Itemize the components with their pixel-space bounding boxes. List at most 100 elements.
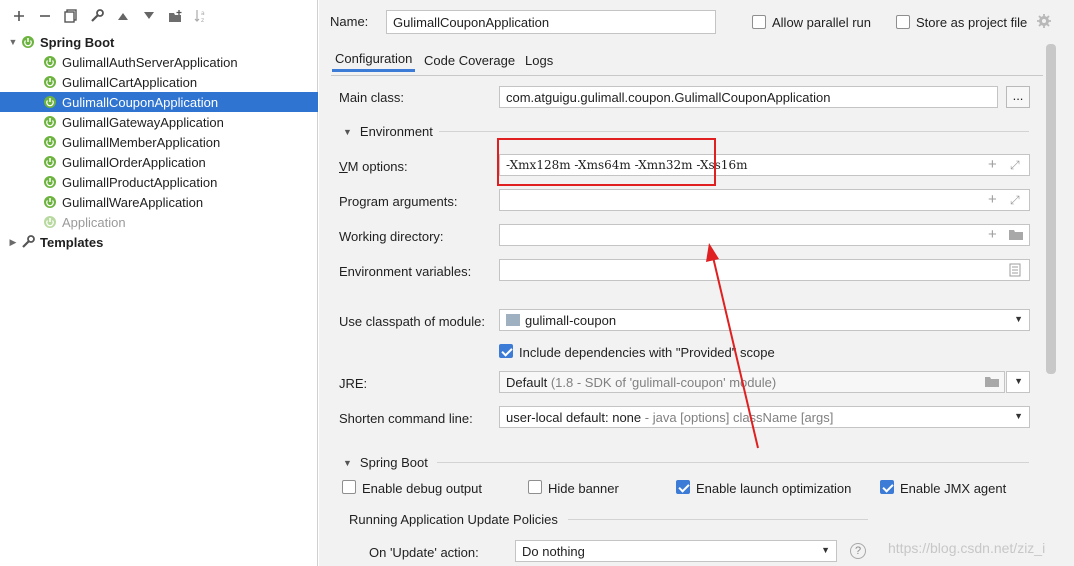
classpath-label: Use classpath of module: — [339, 314, 485, 329]
tree-toolbar: az — [0, 0, 318, 32]
tree-item-config[interactable]: Application — [0, 212, 318, 232]
sort-icon[interactable]: az — [190, 5, 212, 27]
chevron-down-icon: ▼ — [821, 545, 830, 555]
tree-item-config[interactable]: GulimallWareApplication — [0, 192, 318, 212]
launch-optimization-checkbox[interactable] — [676, 480, 690, 494]
copy-icon[interactable] — [60, 5, 82, 27]
section-divider — [439, 131, 1029, 132]
debug-output-checkbox[interactable] — [342, 480, 356, 494]
run-config-tree-panel: az ▼ Spring Boot GulimallAuthServerAppli… — [0, 0, 318, 566]
chevron-down-icon: ▼ — [1014, 376, 1023, 386]
tree-group-templates[interactable]: ▶ Templates — [0, 232, 318, 252]
wrench-icon[interactable] — [86, 5, 108, 27]
main-class-browse-button[interactable]: ... — [1006, 86, 1030, 108]
config-tree: ▼ Spring Boot GulimallAuthServerApplicat… — [0, 32, 318, 252]
section-divider — [437, 462, 1029, 463]
include-deps-checkbox[interactable] — [499, 344, 513, 358]
annotation-highlight-box — [497, 138, 716, 186]
debug-output-label: Enable debug output — [362, 481, 482, 496]
gear-icon[interactable] — [1036, 13, 1052, 32]
name-label: Name: — [330, 14, 369, 29]
tree-group-spring-boot[interactable]: ▼ Spring Boot — [0, 32, 318, 52]
expand-plus-icon[interactable]: + — [988, 157, 997, 173]
svg-text:z: z — [201, 17, 204, 23]
allow-parallel-checkbox[interactable] — [752, 15, 766, 29]
env-vars-input[interactable] — [499, 259, 1030, 281]
expand-plus-icon[interactable]: + — [988, 227, 997, 243]
expand-plus-icon[interactable]: + — [988, 192, 997, 208]
tree-item-config[interactable]: GulimallProductApplication — [0, 172, 318, 192]
collapse-arrow-icon[interactable]: ▶ — [6, 237, 20, 248]
classpath-value: gulimall-coupon — [525, 312, 617, 328]
update-policies-label: Running Application Update Policies — [349, 512, 558, 527]
hide-banner-label: Hide banner — [548, 481, 619, 496]
tree-group-label: Templates — [40, 234, 104, 250]
spring-boot-icon — [42, 214, 58, 230]
spring-boot-icon — [20, 34, 36, 50]
document-icon[interactable] — [1009, 263, 1021, 280]
move-up-icon[interactable] — [112, 5, 134, 27]
shorten-cmd-label: Shorten command line: — [339, 411, 473, 426]
help-icon[interactable]: ? — [850, 543, 866, 559]
on-update-label: On 'Update' action: — [369, 545, 479, 560]
tree-item-config[interactable]: GulimallOrderApplication — [0, 152, 318, 172]
remove-icon[interactable] — [34, 5, 56, 27]
folder-icon[interactable] — [984, 375, 1000, 392]
expand-arrow-icon[interactable]: ▼ — [6, 37, 20, 47]
collapse-arrow-icon: ▼ — [343, 457, 352, 468]
tree-item-label: GulimallCouponApplication — [62, 94, 219, 110]
env-vars-label: Environment variables: — [339, 264, 472, 279]
jre-label: JRE: — [339, 376, 368, 391]
tab-configuration[interactable]: Configuration — [332, 48, 416, 72]
program-args-input[interactable]: + ⤢ — [499, 189, 1030, 211]
move-down-icon[interactable] — [138, 5, 160, 27]
tree-item-label: GulimallProductApplication — [62, 174, 218, 190]
folder-icon[interactable] — [1008, 228, 1024, 245]
jre-input[interactable]: Default (1.8 - SDK of 'gulimall-coupon' … — [499, 371, 1005, 393]
allow-parallel-label: Allow parallel run — [772, 15, 871, 30]
collapse-arrow-icon: ▼ — [343, 126, 352, 137]
chevron-down-icon: ▼ — [1014, 411, 1023, 421]
launch-optimization-label: Enable launch optimization — [696, 481, 852, 496]
watermark: https://blog.csdn.net/ziz_i — [888, 540, 1046, 556]
tree-item-config[interactable]: GulimallMemberApplication — [0, 132, 318, 152]
section-divider — [568, 519, 868, 520]
shorten-cmd-hint: - java [options] className [args] — [644, 409, 834, 425]
working-dir-label: Working directory: — [339, 229, 444, 244]
hide-banner-checkbox[interactable] — [528, 480, 542, 494]
add-icon[interactable] — [8, 5, 30, 27]
include-deps-label: Include dependencies with "Provided" sco… — [519, 345, 775, 360]
tab-code-coverage[interactable]: Code Coverage — [421, 48, 518, 72]
name-input[interactable]: GulimallCouponApplication — [386, 10, 716, 34]
environment-section-header[interactable]: ▼ Environment — [343, 124, 433, 139]
tab-logs[interactable]: Logs — [522, 48, 556, 72]
shorten-cmd-dropdown[interactable]: user-local default: none - java [options… — [499, 406, 1030, 428]
working-dir-input[interactable]: + — [499, 224, 1030, 246]
tree-item-config[interactable]: GulimallAuthServerApplication — [0, 52, 318, 72]
spring-boot-icon — [42, 74, 58, 90]
tree-item-config[interactable]: GulimallCouponApplication — [0, 92, 318, 112]
expand-icon[interactable]: ⤢ — [1010, 157, 1020, 173]
tree-item-label: GulimallGatewayApplication — [62, 114, 224, 130]
expand-icon[interactable]: ⤢ — [1010, 192, 1020, 208]
vertical-scrollbar[interactable] — [1046, 44, 1056, 374]
spring-boot-icon — [42, 54, 58, 70]
spring-boot-icon — [42, 94, 58, 110]
spring-boot-section-header[interactable]: ▼ Spring Boot — [343, 455, 428, 470]
on-update-dropdown[interactable]: Do nothing ▼ — [515, 540, 837, 562]
jmx-agent-checkbox[interactable] — [880, 480, 894, 494]
classpath-dropdown[interactable]: gulimall-coupon ▼ — [499, 309, 1030, 331]
store-as-project-checkbox[interactable] — [896, 15, 910, 29]
jre-dropdown-button[interactable]: ▼ — [1006, 371, 1030, 393]
spring-boot-icon — [42, 154, 58, 170]
new-folder-icon[interactable] — [164, 5, 186, 27]
spring-boot-icon — [42, 194, 58, 210]
tree-item-config[interactable]: GulimallCartApplication — [0, 72, 318, 92]
config-details-panel: Name: GulimallCouponApplication Allow pa… — [319, 0, 1074, 566]
tree-item-config[interactable]: GulimallGatewayApplication — [0, 112, 318, 132]
svg-text:a: a — [201, 10, 205, 17]
main-class-input[interactable]: com.atguigu.gulimall.coupon.GulimallCoup… — [499, 86, 998, 108]
store-as-project-label: Store as project file — [916, 15, 1028, 30]
wrench-icon — [20, 234, 36, 250]
on-update-value: Do nothing — [522, 543, 585, 559]
